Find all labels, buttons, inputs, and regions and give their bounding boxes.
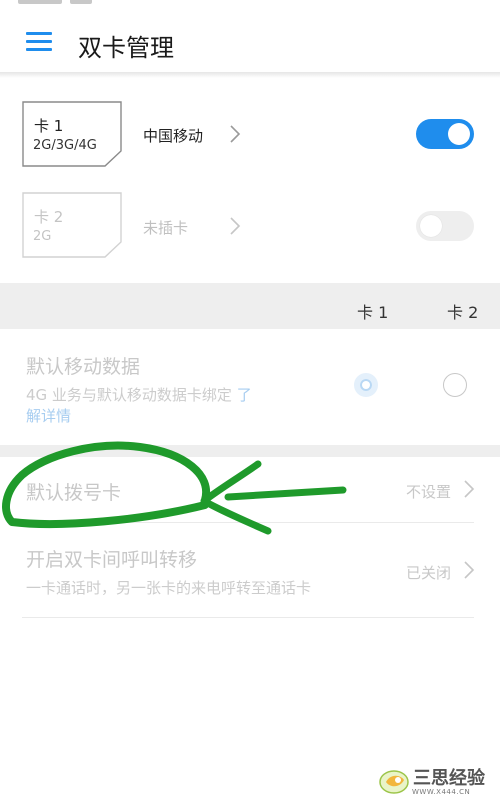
watermark-url: WWW.X444.CN <box>412 788 471 796</box>
hand-drawn-annotation <box>2 441 347 535</box>
watermark-text: 三思经验 <box>413 768 485 789</box>
